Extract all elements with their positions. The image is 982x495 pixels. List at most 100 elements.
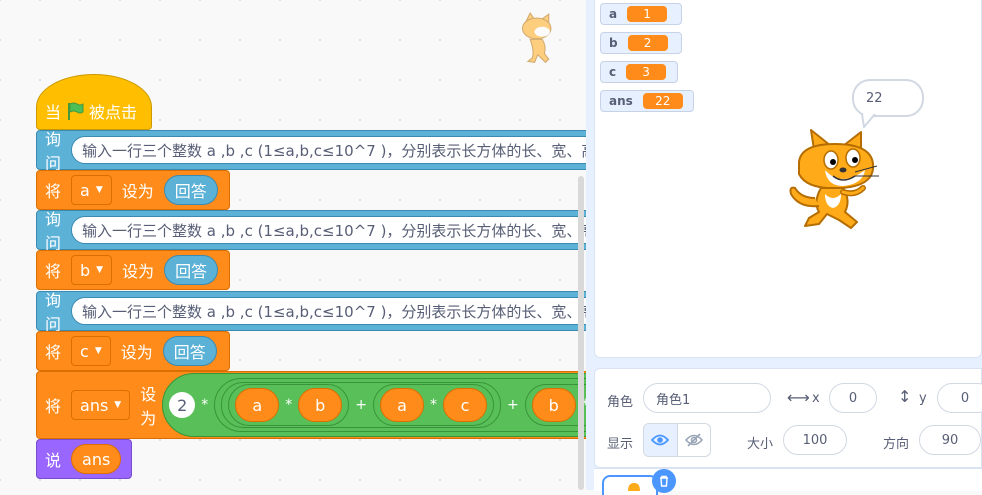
set-var-block-a[interactable]: 将 a ▼ 设为 回答 bbox=[36, 170, 230, 210]
answer-reporter-a[interactable]: 回答 bbox=[163, 175, 218, 205]
monitor-b-value: 2 bbox=[627, 35, 668, 51]
show-label: 显示 bbox=[607, 437, 634, 452]
dropdown-arrow-icon: ▼ bbox=[94, 346, 102, 356]
size-label: 大小 bbox=[747, 437, 774, 452]
size-value: 100 bbox=[802, 432, 828, 448]
monitor-a-value: 1 bbox=[627, 6, 668, 22]
ask-label: 询问 bbox=[45, 291, 62, 334]
x-label: x bbox=[812, 391, 820, 406]
set-label: 将 bbox=[45, 343, 62, 362]
y-arrow-icon: ↕ bbox=[898, 387, 912, 406]
monitor-ans-value: 22 bbox=[642, 93, 683, 109]
monitor-c-value: 3 bbox=[626, 64, 667, 80]
x-input[interactable]: 0 bbox=[829, 383, 877, 413]
set-to-label: 设为 bbox=[140, 385, 157, 428]
multiply-operator-outer[interactable]: 2 * a * b + a * c + b bbox=[162, 373, 586, 437]
var-reporter-c[interactable]: c bbox=[442, 388, 487, 422]
sprite-thumbnail[interactable] bbox=[602, 475, 658, 495]
sprite-label: 角色 bbox=[607, 395, 634, 410]
number-input-2[interactable]: 2 bbox=[169, 392, 196, 418]
add-operator-outer[interactable]: a * b + a * c + b * c bbox=[214, 378, 586, 432]
var-reporter-ans[interactable]: ans bbox=[71, 444, 122, 474]
scratch-cat-icon bbox=[521, 12, 552, 64]
monitor-ans[interactable]: ans 22 bbox=[600, 90, 694, 112]
y-label: y bbox=[919, 391, 927, 406]
size-input[interactable]: 100 bbox=[783, 425, 847, 455]
plus-sign: + bbox=[355, 397, 367, 413]
eye-icon[interactable] bbox=[644, 424, 678, 456]
say-label: 说 bbox=[45, 451, 62, 470]
y-value: 0 bbox=[960, 390, 970, 406]
trash-icon[interactable] bbox=[652, 469, 676, 493]
times-sign: * bbox=[201, 397, 209, 413]
times-sign: * bbox=[285, 397, 293, 413]
code-area-scrollbar[interactable] bbox=[578, 176, 584, 490]
hat-prefix: 当 bbox=[45, 103, 62, 122]
green-flag-icon bbox=[68, 102, 84, 120]
var-reporter-a[interactable]: a bbox=[379, 388, 424, 422]
ask-block-3[interactable]: 询问 输入一行三个整数 a ,b ,c (1≤a,b,c≤10^7 )，分别表示… bbox=[36, 291, 586, 334]
eye-slash-icon[interactable] bbox=[678, 424, 711, 456]
set-var-block-b[interactable]: 将 b ▼ 设为 回答 bbox=[36, 250, 230, 290]
set-label: 将 bbox=[45, 397, 62, 416]
plus-sign: + bbox=[506, 397, 519, 413]
multiply-operator-bc[interactable]: b * c bbox=[524, 384, 586, 426]
set-to-label: 设为 bbox=[120, 343, 153, 362]
answer-reporter-b[interactable]: 回答 bbox=[164, 255, 219, 285]
var-dropdown-c-label: c bbox=[80, 341, 89, 361]
set-label: 将 bbox=[45, 182, 62, 201]
when-flag-clicked-block[interactable]: 当 被点击 bbox=[36, 74, 152, 130]
y-input[interactable]: 0 bbox=[937, 383, 982, 413]
direction-input[interactable]: 90 bbox=[919, 425, 981, 455]
dropdown-arrow-icon: ▼ bbox=[96, 265, 104, 275]
show-toggle[interactable] bbox=[643, 423, 711, 457]
say-block[interactable]: 说 ans bbox=[36, 439, 132, 479]
times-sign: * bbox=[429, 397, 437, 413]
var-reporter-a[interactable]: a bbox=[235, 388, 280, 422]
monitor-b-name: b bbox=[609, 36, 618, 50]
var-dropdown-a[interactable]: a ▼ bbox=[71, 175, 112, 205]
x-arrow-icon: ⟷ bbox=[787, 388, 810, 407]
set-var-block-c[interactable]: 将 c ▼ 设为 回答 bbox=[36, 331, 230, 371]
stage[interactable]: a 1 b 2 c 3 ans 22 22 bbox=[594, 0, 982, 358]
monitor-a-name: a bbox=[609, 7, 618, 21]
var-reporter-b[interactable]: b bbox=[531, 388, 576, 422]
var-dropdown-b[interactable]: b ▼ bbox=[71, 255, 113, 285]
ask-label: 询问 bbox=[45, 130, 62, 173]
sprite-name-input[interactable]: 角色1 bbox=[643, 383, 771, 413]
sprite-list bbox=[594, 468, 982, 495]
hat-suffix: 被点击 bbox=[89, 103, 138, 122]
monitor-a[interactable]: a 1 bbox=[600, 3, 682, 25]
var-dropdown-c[interactable]: c ▼ bbox=[71, 336, 111, 366]
ask-text-input-2[interactable]: 输入一行三个整数 a ,b ,c (1≤a,b,c≤10^7 )，分别表示长方体… bbox=[71, 216, 586, 244]
ask-block-1[interactable]: 询问 输入一行三个整数 a ,b ,c (1≤a,b,c≤10^7 )，分别表示… bbox=[36, 130, 586, 173]
set-label: 将 bbox=[45, 262, 62, 281]
ask-text-input-1[interactable]: 输入一行三个整数 a ,b ,c (1≤a,b,c≤10^7 )，分别表示长方体… bbox=[71, 136, 586, 164]
sprite-name-value: 角色1 bbox=[656, 392, 691, 408]
var-reporter-b[interactable]: b bbox=[298, 388, 343, 422]
direction-value: 90 bbox=[941, 432, 959, 448]
sprite-info-panel: 角色 角色1 ⟷ x 0 ↕ y 0 显示 大小 100 方向 90 bbox=[594, 368, 982, 468]
multiply-operator-ac[interactable]: a * c bbox=[372, 384, 494, 426]
var-dropdown-ans-label: ans bbox=[80, 395, 109, 415]
x-value: 0 bbox=[848, 390, 858, 406]
multiply-operator-ab[interactable]: a * b bbox=[228, 384, 350, 426]
speech-bubble-text: 22 bbox=[866, 90, 883, 106]
set-to-label: 设为 bbox=[122, 262, 155, 281]
dropdown-arrow-icon: ▼ bbox=[114, 400, 122, 410]
ask-label: 询问 bbox=[45, 210, 62, 253]
monitor-b[interactable]: b 2 bbox=[600, 32, 682, 54]
ask-block-2[interactable]: 询问 输入一行三个整数 a ,b ,c (1≤a,b,c≤10^7 )，分别表示… bbox=[36, 210, 586, 253]
scratch-cat-icon[interactable] bbox=[785, 126, 885, 230]
ask-text-input-3[interactable]: 输入一行三个整数 a ,b ,c (1≤a,b,c≤10^7 )，分别表示长方体… bbox=[71, 297, 586, 325]
add-operator-inner[interactable]: a * b + a * c bbox=[221, 382, 501, 428]
direction-label: 方向 bbox=[883, 437, 910, 452]
speech-bubble: 22 bbox=[852, 79, 924, 117]
dropdown-arrow-icon: ▼ bbox=[95, 185, 103, 195]
code-area[interactable]: 当 被点击 询问 输入一行三个整数 a ,b ,c (1≤a,b,c≤10^7 … bbox=[0, 0, 586, 490]
answer-reporter-c[interactable]: 回答 bbox=[162, 336, 217, 366]
monitor-ans-name: ans bbox=[609, 94, 633, 108]
monitor-c[interactable]: c 3 bbox=[600, 61, 678, 83]
var-dropdown-ans[interactable]: ans ▼ bbox=[71, 390, 131, 420]
set-var-block-ans[interactable]: 将 ans ▼ 设为 2 * a * b + a * c + b bbox=[36, 371, 586, 439]
